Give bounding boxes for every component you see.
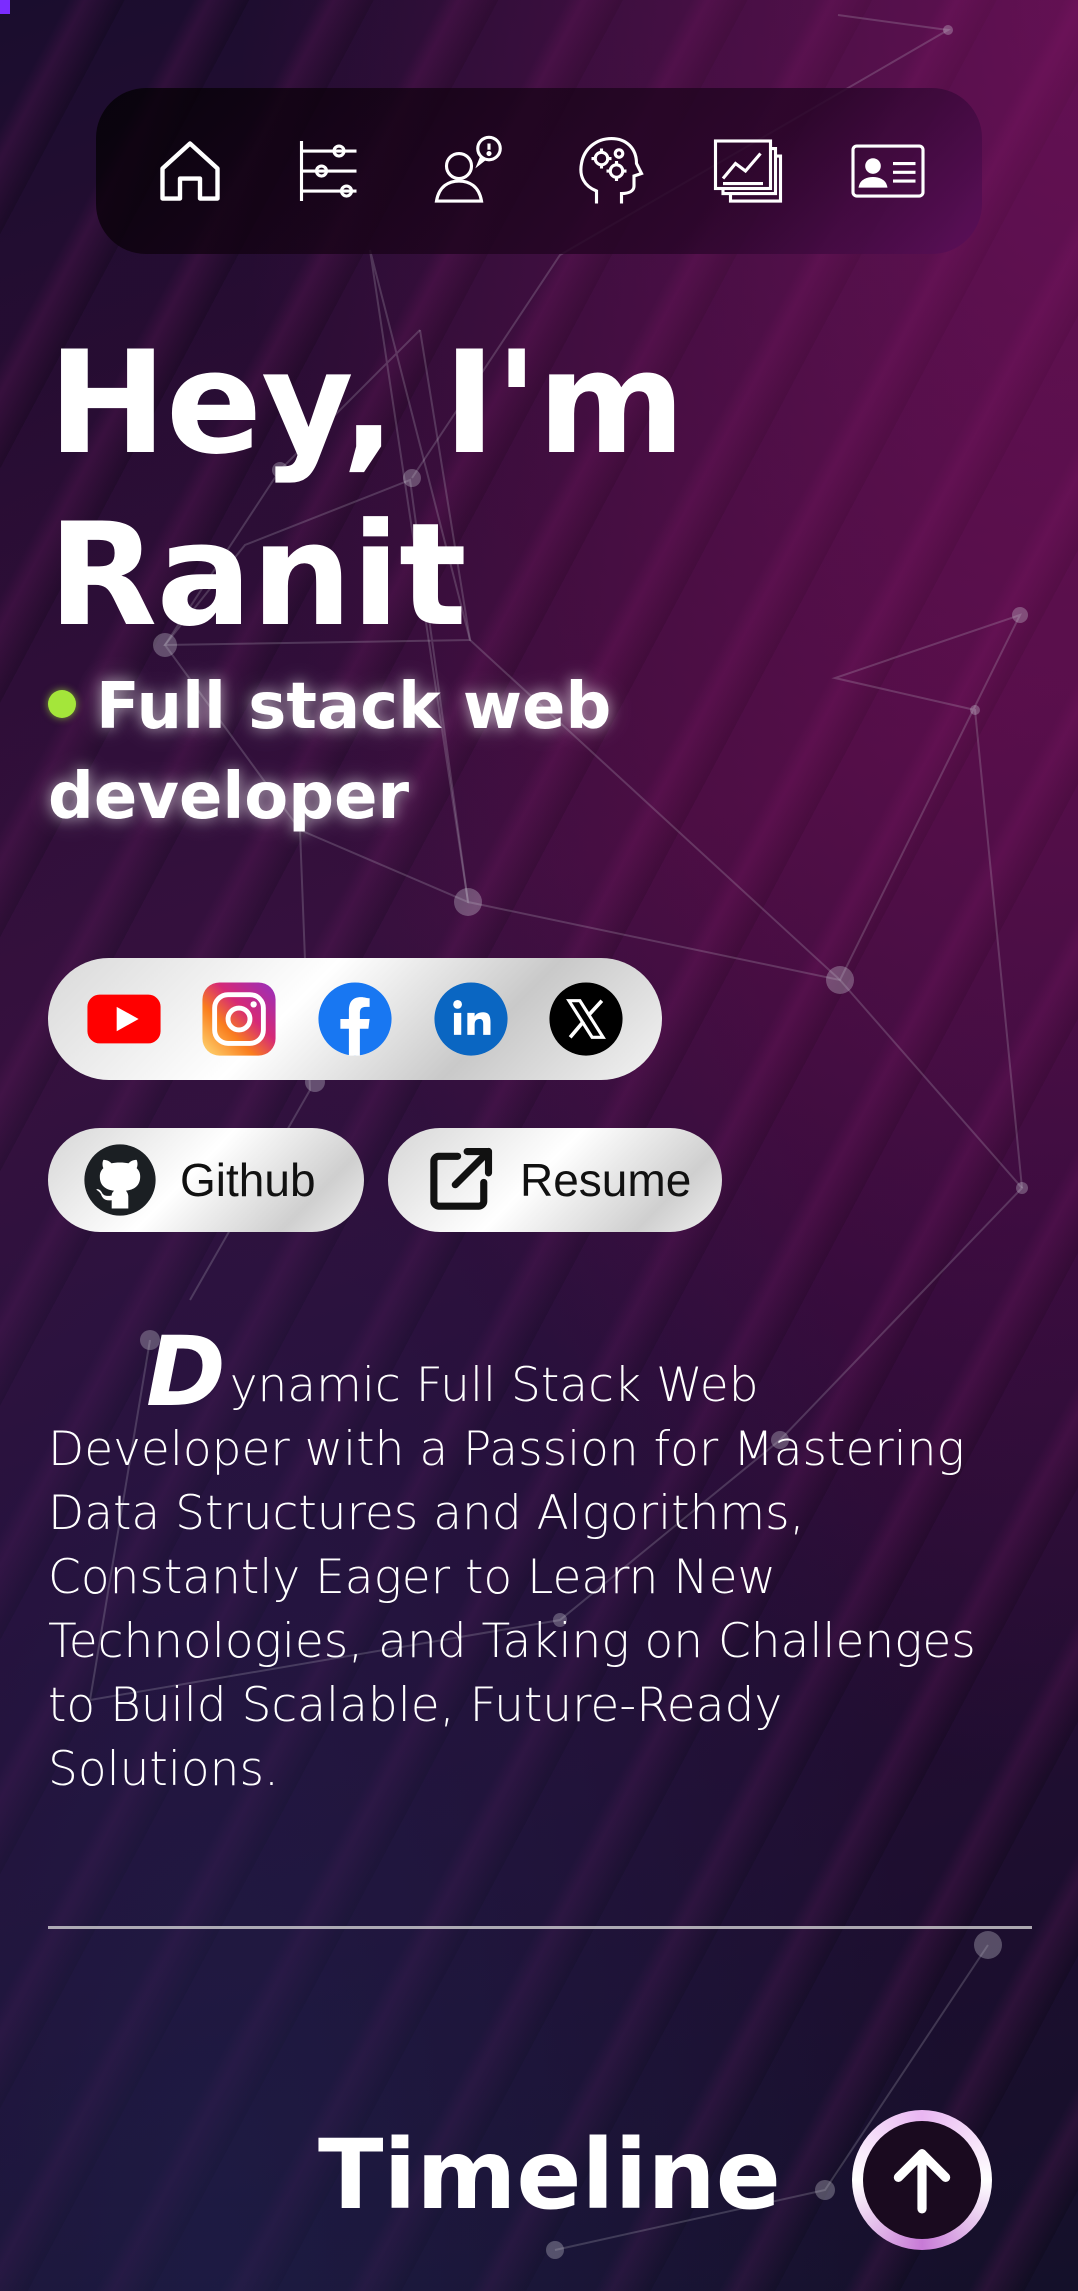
linkedin-icon xyxy=(434,982,508,1056)
about-drop-cap: D xyxy=(146,1316,226,1428)
arrow-up-icon xyxy=(893,2149,951,2214)
instagram-icon xyxy=(202,982,276,1056)
youtube-icon xyxy=(87,994,161,1044)
external-link-icon xyxy=(430,1147,493,1210)
resume-button-label: Resume xyxy=(520,1154,692,1206)
youtube-link[interactable] xyxy=(85,980,163,1058)
about-paragraph: Dynamic Full Stack Web Developer with a … xyxy=(48,1316,1008,1802)
nav-skills-button[interactable] xyxy=(557,119,661,223)
timeline-heading: Timeline xyxy=(318,2119,781,2231)
section-divider xyxy=(48,1926,1032,1929)
scroll-to-top-inner xyxy=(863,2121,981,2239)
role-subtitle: Full stack web developer xyxy=(48,662,688,842)
person-chat-icon xyxy=(434,135,502,203)
facebook-link[interactable] xyxy=(316,980,394,1058)
facebook-icon xyxy=(318,982,392,1056)
contact-card-icon xyxy=(851,144,925,198)
nav-timeline-button[interactable] xyxy=(277,119,381,223)
projects-chart-icon xyxy=(714,139,783,203)
linkedin-link[interactable] xyxy=(432,980,510,1058)
hero-name: Ranit xyxy=(48,493,467,658)
corner-marker xyxy=(0,0,10,14)
top-navbar xyxy=(96,88,982,254)
github-button[interactable]: Github xyxy=(48,1128,364,1232)
github-button-label: Github xyxy=(180,1154,316,1206)
nav-home-button[interactable] xyxy=(138,119,242,223)
nav-about-button[interactable] xyxy=(417,119,521,223)
social-links-bar xyxy=(48,958,662,1080)
scroll-to-top-button[interactable] xyxy=(852,2110,992,2250)
timeline-sliders-icon xyxy=(300,141,357,201)
hero-heading: Hey, I'm Ranit xyxy=(48,318,685,662)
x-twitter-link[interactable] xyxy=(547,980,625,1058)
status-dot xyxy=(48,690,76,719)
hero-greeting-line1: Hey, I'm xyxy=(48,321,685,486)
nav-projects-button[interactable] xyxy=(696,119,800,223)
role-text: Full stack web developer xyxy=(48,670,612,834)
brain-gears-icon xyxy=(579,136,644,204)
github-icon xyxy=(84,1144,156,1216)
x-twitter-icon xyxy=(549,982,623,1056)
instagram-link[interactable] xyxy=(200,980,278,1058)
nav-contact-button[interactable] xyxy=(836,119,940,223)
resume-button[interactable]: Resume xyxy=(388,1128,722,1232)
home-icon xyxy=(160,141,220,201)
